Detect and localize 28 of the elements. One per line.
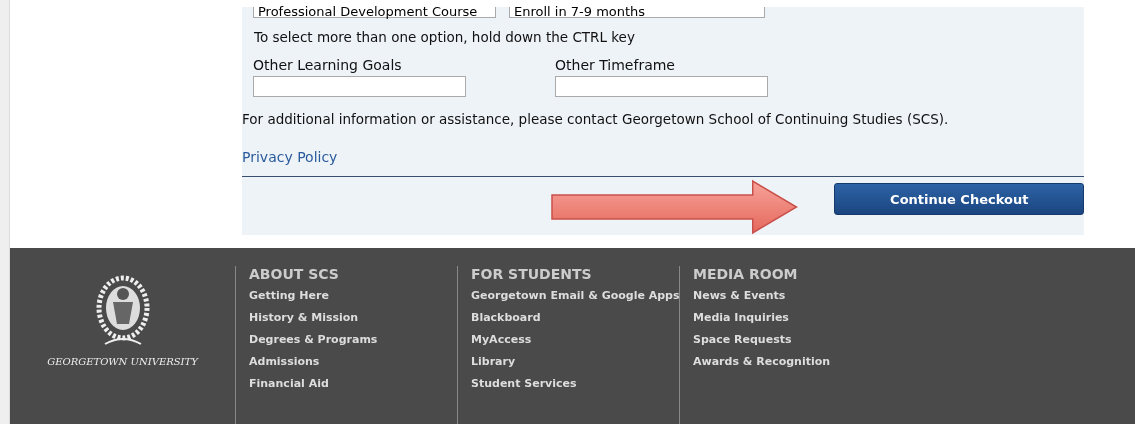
footer-link[interactable]: Awards & Recognition — [693, 353, 831, 371]
hint-text: To select more than one option, hold down the CTRL key — [253, 29, 636, 45]
footer-heading: ABOUT SCS — [249, 266, 340, 282]
footer-link[interactable]: News & Events — [693, 287, 786, 305]
select-box[interactable]: Professional Development Course — [253, 7, 496, 18]
footer-link[interactable]: Financial Aid — [249, 375, 329, 393]
privacy-link[interactable]: Privacy Policy — [242, 149, 338, 165]
university-name: GEORGETOWN UNIVERSITY — [47, 356, 198, 367]
footer-link[interactable]: Georgetown Email & Google Apps — [471, 287, 680, 305]
footer-link[interactable]: Student Services — [471, 375, 577, 393]
footer-heading: MEDIA ROOM — [693, 266, 799, 282]
field-label: Other Timeframe — [555, 57, 676, 73]
footer-link[interactable]: MyAccess — [471, 331, 532, 349]
footer-heading: FOR STUDENTS — [471, 266, 593, 282]
footer-link[interactable]: Degrees & Programs — [249, 331, 378, 349]
footer-link[interactable]: Admissions — [249, 353, 320, 371]
footer-link[interactable]: Library — [471, 353, 516, 371]
footer-link[interactable]: History & Mission — [249, 309, 359, 327]
footer-link[interactable]: Space Requests — [693, 331, 792, 349]
footer-link[interactable]: Getting Here — [249, 287, 329, 305]
input-field[interactable] — [555, 76, 768, 97]
select-box[interactable]: Enroll in 7-9 months — [509, 7, 765, 18]
info-text: For additional information or assistance, please contact Georgetown School of Continuing Studies (SCS). — [242, 111, 950, 127]
footer-link[interactable]: Media Inquiries — [693, 309, 789, 327]
continue-checkout-button[interactable]: Continue Checkout — [834, 183, 1084, 215]
footer-link[interactable]: Blackboard — [471, 309, 541, 327]
field-label: Other Learning Goals — [253, 57, 403, 73]
input-field[interactable] — [253, 76, 466, 97]
